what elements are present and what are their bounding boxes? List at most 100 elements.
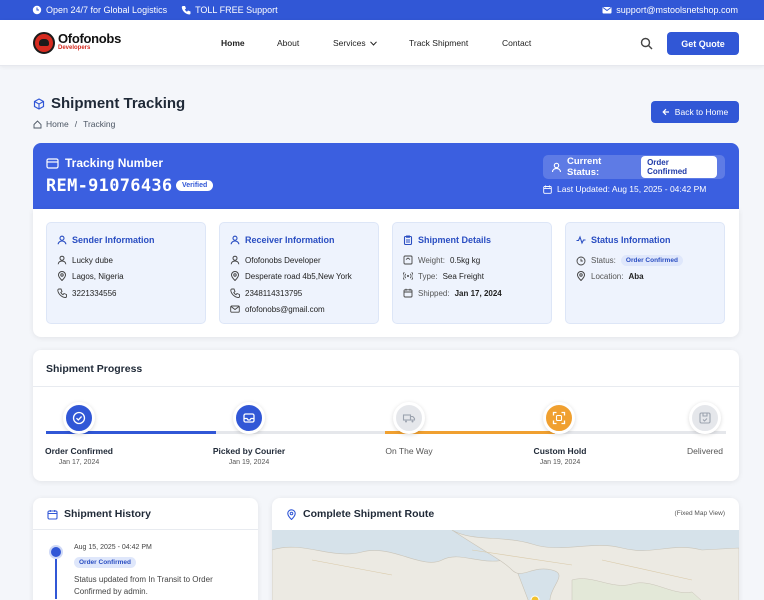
tracking-number-label-text: Tracking Number [65, 156, 164, 170]
sender-name: Lucky dube [72, 255, 113, 265]
phone-icon [57, 288, 67, 298]
step-label-delivered: Delivered [687, 446, 723, 456]
clock-icon [576, 256, 586, 265]
history-title: Shipment History [47, 508, 151, 520]
phone-icon [230, 288, 240, 298]
scan-icon [552, 411, 566, 425]
shipment-info-box: Shipment Details Weight: 0.5kg kg Type: … [392, 222, 552, 324]
logo-icon[interactable] [33, 32, 55, 54]
step-order-confirmed [63, 402, 95, 434]
shipment-history-card: Shipment History Aug 15, 2025 - 04:42 PM… [33, 498, 258, 600]
calendar-icon [403, 288, 413, 298]
sender-location: Lagos, Nigeria [72, 271, 124, 281]
back-to-home-button[interactable]: Back to Home [651, 101, 739, 123]
back-to-home-label: Back to Home [674, 107, 729, 117]
nav-item-services-label: Services [333, 38, 366, 48]
receiver-email-row: ofofonobs@gmail.com [230, 304, 325, 314]
timeline-dot [49, 545, 63, 559]
scale-icon [403, 255, 413, 265]
hours-info: Open 24/7 for Global Logistics [32, 5, 167, 15]
check-circle-icon [72, 411, 86, 425]
step-picked-by-courier [233, 402, 265, 434]
chevron-down-icon [370, 41, 377, 46]
breadcrumb-home[interactable]: Home [46, 119, 69, 129]
search-icon[interactable] [640, 37, 653, 50]
nav-item-contact[interactable]: Contact [502, 38, 531, 48]
shipped-label: Shipped: [418, 288, 450, 298]
calendar-icon [543, 185, 552, 194]
shipment-info-title-text: Shipment Details [418, 235, 492, 245]
step-on-the-way [393, 402, 425, 434]
timeline-line [55, 559, 57, 599]
receiver-info-title: Receiver Information [230, 235, 335, 245]
truck-icon [402, 414, 416, 423]
email-text: support@mstoolsnetshop.com [616, 5, 738, 15]
nav-item-track-shipment[interactable]: Track Shipment [409, 38, 468, 48]
map-view-note: (Fixed Map View) [674, 510, 725, 517]
user-icon [551, 162, 562, 172]
tracking-number-label: Tracking Number [46, 156, 163, 170]
phone-text: TOLL FREE Support [195, 5, 278, 15]
receiver-name: Ofofonobs Developer [245, 255, 321, 265]
step-date-order-confirmed: Jan 17, 2024 [58, 459, 100, 466]
status-info-box: Status Information Status: Order Confirm… [565, 222, 725, 324]
current-status-value: Order Confirmed [641, 156, 717, 178]
sender-location-row: Lagos, Nigeria [57, 271, 124, 281]
brand-name[interactable]: Ofofonobs [58, 32, 121, 45]
main-navbar: Ofofonobs Developers Home About Services… [0, 20, 764, 66]
history-entry-status-badge: Order Confirmed [74, 557, 137, 568]
sender-name-row: Lucky dube [57, 255, 113, 265]
barcode-icon [46, 157, 59, 169]
user-icon [230, 235, 240, 245]
receiver-phone: 2348114313795 [245, 288, 303, 298]
status-badge: Order Confirmed [620, 255, 683, 266]
step-label-on-the-way: On The Way [385, 446, 433, 456]
brand-subtitle: Developers [58, 45, 91, 51]
signal-icon [403, 272, 413, 280]
route-title-text: Complete Shipment Route [303, 508, 435, 520]
tracking-number: REM-91076436 [46, 176, 173, 196]
calendar-icon [47, 509, 58, 520]
shipment-progress-card: Shipment Progress Order Confirmed Jan 17… [33, 350, 739, 481]
nav-item-home[interactable]: Home [221, 38, 245, 48]
type-label: Type: [418, 271, 438, 281]
status-row: Status: Order Confirmed [576, 255, 683, 266]
mail-icon [230, 305, 240, 313]
sender-phone: 3221334556 [72, 288, 117, 298]
user-icon [57, 235, 67, 245]
email-info[interactable]: support@mstoolsnetshop.com [602, 5, 738, 15]
get-quote-button[interactable]: Get Quote [667, 32, 739, 55]
breadcrumb-current: Tracking [83, 119, 116, 129]
package-check-icon [699, 412, 711, 424]
home-icon [33, 119, 42, 128]
map-pin-icon [230, 271, 240, 281]
page-title: Shipment Tracking [33, 95, 185, 112]
last-updated: Last Updated: Aug 15, 2025 - 04:42 PM [543, 184, 706, 194]
progress-divider [33, 386, 739, 387]
user-icon [230, 255, 240, 265]
current-status: Current Status: Order Confirmed [543, 155, 725, 179]
sender-phone-row: 3221334556 [57, 288, 117, 298]
sender-info-title: Sender Information [57, 235, 155, 245]
location-row: Location: Aba [576, 271, 644, 281]
receiver-email: ofofonobs@gmail.com [245, 304, 325, 314]
location-value: Aba [628, 271, 644, 281]
type-value: Sea Freight [442, 271, 484, 281]
step-label-custom-hold: Custom Hold [533, 446, 587, 456]
phone-info[interactable]: TOLL FREE Support [181, 5, 278, 15]
tracking-header: Tracking Number REM-91076436 Verified Cu… [33, 143, 739, 209]
receiver-phone-row: 2348114313795 [230, 288, 302, 298]
map-land-shapes [272, 530, 739, 600]
verified-badge: Verified [176, 180, 214, 191]
route-title: Complete Shipment Route [286, 508, 434, 520]
nav-item-services[interactable]: Services [333, 38, 377, 48]
weight-label: Weight: [418, 255, 445, 265]
nav-item-about[interactable]: About [277, 38, 299, 48]
history-title-text: Shipment History [64, 508, 151, 520]
weight-row: Weight: 0.5kg kg [403, 255, 480, 265]
route-map[interactable] [272, 530, 739, 600]
history-entry-text: Status updated from In Transit to Order … [74, 575, 213, 596]
history-entry-time: Aug 15, 2025 - 04:42 PM [74, 544, 152, 551]
step-delivered [689, 402, 721, 434]
breadcrumb: Home / Tracking [33, 119, 115, 129]
